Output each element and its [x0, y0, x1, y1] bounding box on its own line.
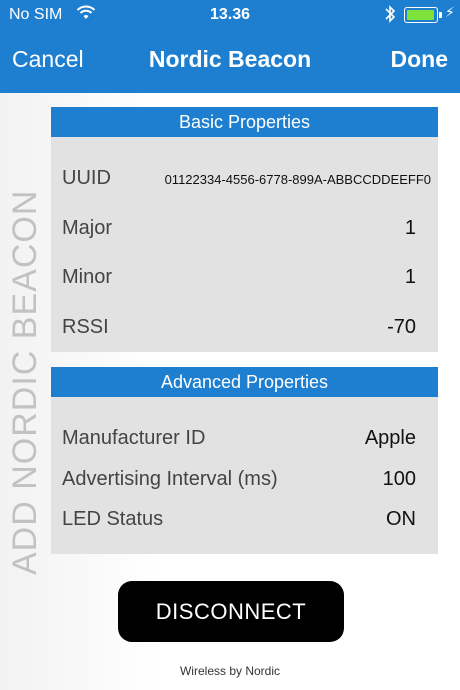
- battery-icon: [404, 7, 442, 23]
- battery-fill: [407, 10, 434, 20]
- advertising-interval-row: Advertising Interval (ms) 100: [51, 464, 438, 494]
- major-label: Major: [62, 217, 113, 239]
- uuid-value: 01122334-4556-6778-899A-ABBCCDDEEFF0: [164, 172, 431, 187]
- manufacturer-id-label: Manufacturer ID: [62, 427, 206, 449]
- bluetooth-icon: [384, 4, 396, 29]
- top-bar: No SIM 13.36 ⚡ Cancel Nordic Beacon Done: [0, 0, 460, 93]
- manufacturer-id-row: Manufacturer ID Apple: [51, 423, 438, 453]
- status-bar: No SIM 13.36 ⚡: [0, 0, 460, 30]
- advertising-interval-value: 100: [382, 468, 416, 490]
- charging-bolt-icon: ⚡: [445, 4, 455, 20]
- major-row: Major 1: [51, 213, 438, 243]
- rssi-label: RSSI: [62, 316, 109, 338]
- uuid-label: UUID: [62, 167, 111, 189]
- section-header-basic: Basic Properties: [51, 107, 438, 137]
- manufacturer-id-value: Apple: [364, 427, 416, 449]
- navigation-bar: Cancel Nordic Beacon Done: [0, 40, 460, 82]
- basic-properties-section: Basic Properties UUID 01122334-4556-6778…: [51, 107, 438, 352]
- led-status-label: LED Status: [62, 508, 164, 530]
- cancel-button[interactable]: Cancel: [12, 46, 84, 73]
- rssi-value: -70: [387, 316, 416, 338]
- side-watermark-label: ADD NORDIC BEACON: [6, 189, 44, 575]
- advanced-properties-section: Advanced Properties Manufacturer ID Appl…: [51, 367, 438, 554]
- section-header-advanced: Advanced Properties: [51, 367, 438, 397]
- battery-cap: [439, 12, 442, 18]
- minor-value: 1: [404, 266, 416, 288]
- major-value: 1: [404, 217, 416, 239]
- rssi-row: RSSI -70: [51, 312, 438, 342]
- minor-row: Minor 1: [51, 262, 438, 292]
- advertising-interval-label: Advertising Interval (ms): [62, 468, 278, 490]
- disconnect-button[interactable]: DISCONNECT: [118, 581, 344, 642]
- led-status-row: LED Status ON: [51, 504, 438, 534]
- uuid-row: UUID 01122334-4556-6778-899A-ABBCCDDEEFF…: [51, 163, 438, 193]
- led-status-value: ON: [386, 508, 416, 530]
- done-button[interactable]: Done: [391, 46, 449, 73]
- footer-brand: Wireless by Nordic: [179, 664, 281, 678]
- minor-label: Minor: [62, 266, 113, 288]
